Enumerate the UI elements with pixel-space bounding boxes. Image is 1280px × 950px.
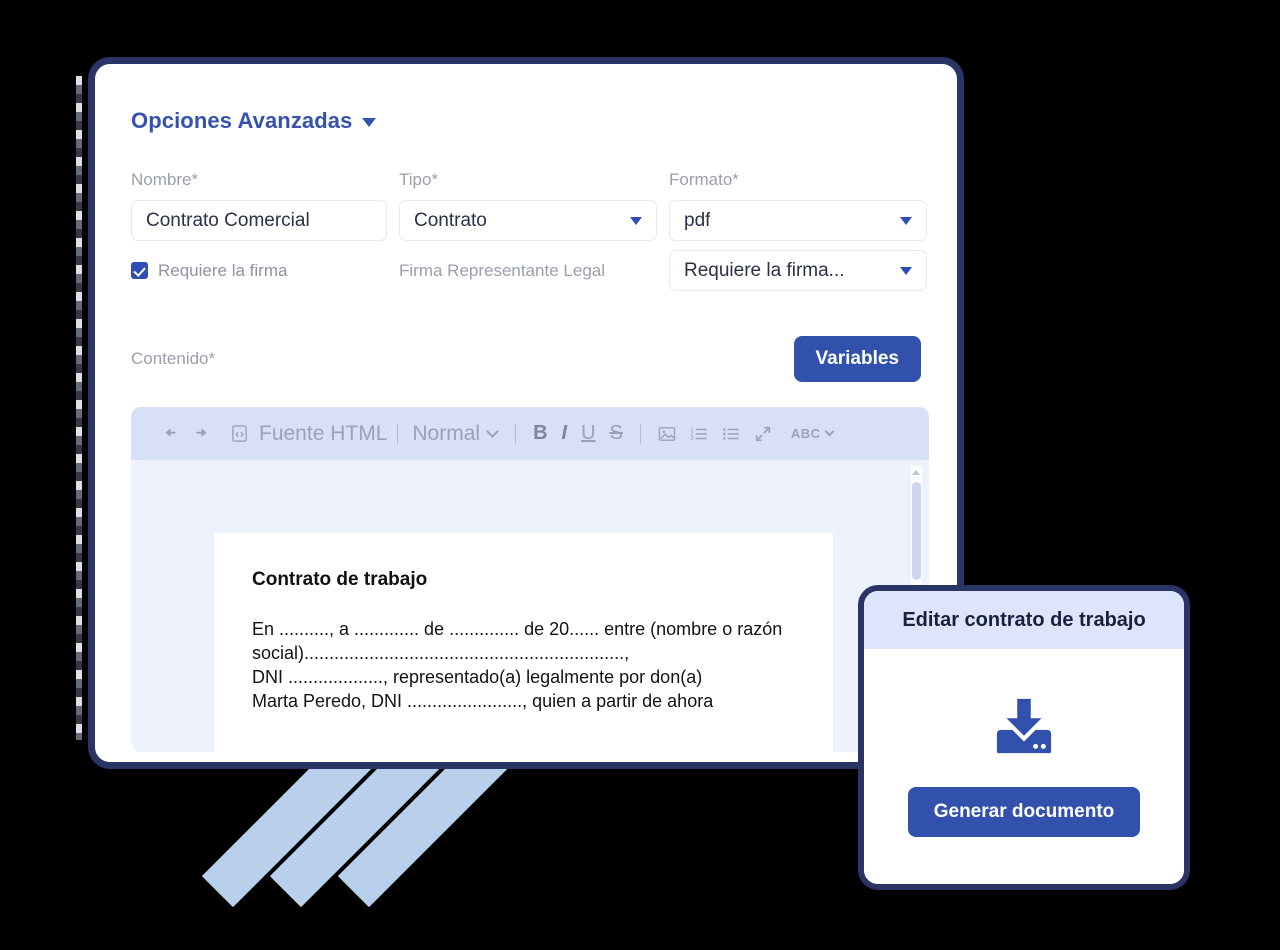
variables-button[interactable]: Variables <box>793 336 921 382</box>
screenshot-stage: Opciones Avanzadas Nombre* Tipo* Formato… <box>0 0 1280 950</box>
scroll-up-icon[interactable] <box>912 470 920 475</box>
svg-text:3: 3 <box>690 436 693 442</box>
chevron-down-icon <box>900 216 912 225</box>
contenido-row: Contenido* Variables <box>131 336 921 382</box>
toolbar-divider <box>639 423 641 444</box>
style-dropdown-label[interactable]: Normal <box>408 422 480 446</box>
firma-select-value: Requiere la firma... <box>684 259 845 281</box>
requiere-firma-checkbox-row[interactable]: Requiere la firma <box>131 250 387 291</box>
label-formato: Formato* <box>669 170 739 189</box>
redo-icon[interactable] <box>186 425 217 442</box>
underline-button[interactable]: U <box>574 422 602 445</box>
scrollbar-thumb[interactable] <box>912 482 921 580</box>
download-icon <box>989 697 1059 757</box>
chevron-down-icon <box>900 266 912 275</box>
formato-select-value: pdf <box>684 209 711 231</box>
chevron-down-icon <box>630 216 642 225</box>
section-header[interactable]: Opciones Avanzadas <box>131 108 921 134</box>
nombre-input[interactable]: Contrato Comercial <box>131 200 387 241</box>
italic-button[interactable]: I <box>555 422 575 445</box>
editor-canvas[interactable]: Contrato de trabajo En .........., a ...… <box>131 460 929 752</box>
chevron-down-icon[interactable] <box>486 425 499 438</box>
undo-icon[interactable] <box>155 425 186 442</box>
editar-contrato-card: Editar contrato de trabajo Generar docum… <box>858 585 1190 890</box>
tipo-select-value: Contrato <box>414 209 487 231</box>
label-tipo: Tipo* <box>399 170 439 189</box>
formato-select[interactable]: pdf <box>669 200 927 241</box>
document-title: Contrato de trabajo <box>252 569 428 590</box>
generar-documento-button[interactable]: Generar documento <box>907 786 1141 837</box>
nombre-input-value: Contrato Comercial <box>146 209 310 231</box>
bullet-list-icon[interactable] <box>715 426 747 442</box>
contenido-label: Contenido* <box>131 349 216 368</box>
toolbar-divider <box>397 423 399 444</box>
fullscreen-icon[interactable] <box>747 425 779 443</box>
strikethrough-button[interactable]: S <box>603 422 630 445</box>
section-title-label: Opciones Avanzadas <box>131 108 353 133</box>
spellcheck-label: ABC <box>790 426 821 441</box>
numbered-list-icon[interactable]: 1 2 3 <box>683 426 715 442</box>
check-icon[interactable] <box>131 262 148 279</box>
code-file-icon[interactable] <box>217 424 255 443</box>
chevron-down-icon <box>824 426 835 437</box>
tipo-select[interactable]: Contrato <box>399 200 657 241</box>
image-icon[interactable] <box>651 426 683 442</box>
card-body: Generar documento <box>864 649 1184 884</box>
fuente-html-label[interactable]: Fuente HTML <box>255 422 387 446</box>
requiere-firma-label: Requiere la firma <box>158 260 288 280</box>
toolbar-divider <box>515 423 517 444</box>
rich-text-editor: Fuente HTML Normal B I U S 1 2 3 ABC Con… <box>131 407 929 752</box>
document-body: En .........., a ............. de ......… <box>252 619 783 711</box>
spellcheck-button[interactable]: ABC <box>779 426 840 441</box>
firma-select[interactable]: Requiere la firma... <box>669 250 927 291</box>
editor-toolbar: Fuente HTML Normal B I U S 1 2 3 ABC <box>131 407 929 460</box>
chevron-down-icon[interactable] <box>362 118 377 127</box>
form-grid: Nombre* Tipo* Formato* Contrato Comercia… <box>131 170 927 291</box>
decorative-dashed-rail <box>76 76 82 740</box>
bold-button[interactable]: B <box>526 422 554 445</box>
card-title: Editar contrato de trabajo <box>864 591 1184 649</box>
firma-representante-label: Firma Representante Legal <box>399 260 606 280</box>
label-nombre: Nombre* <box>131 170 199 189</box>
document-page[interactable]: Contrato de trabajo En .........., a ...… <box>214 533 833 752</box>
main-window: Opciones Avanzadas Nombre* Tipo* Formato… <box>88 57 964 769</box>
